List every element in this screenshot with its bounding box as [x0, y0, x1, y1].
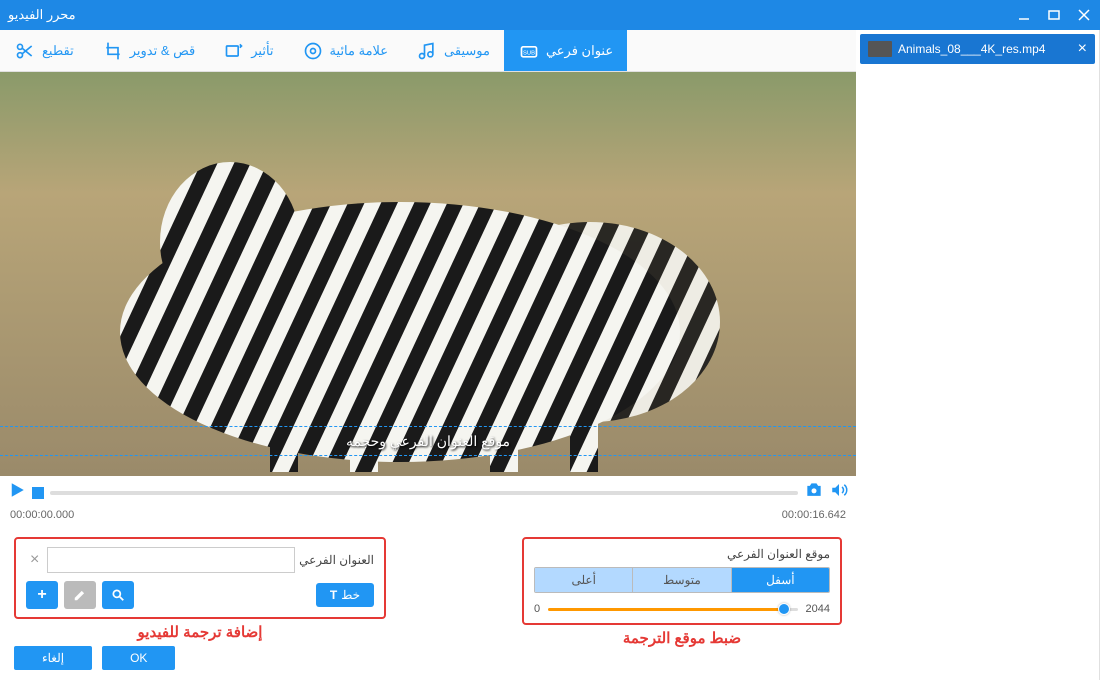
window-controls	[1016, 7, 1092, 23]
close-button[interactable]	[1076, 7, 1092, 23]
tool-music[interactable]: موسيقى	[402, 30, 504, 71]
position-slider[interactable]	[548, 608, 797, 611]
svg-text:SUB: SUB	[523, 50, 535, 56]
window-title: محرر الفيديو	[8, 7, 76, 23]
time-current: 00:00:00.000	[10, 509, 74, 521]
stop-button[interactable]	[32, 487, 44, 499]
maximize-button[interactable]	[1046, 7, 1062, 23]
subtitle-input[interactable]	[47, 547, 295, 573]
tool-cut[interactable]: تقطيع	[0, 30, 88, 71]
crop-icon	[102, 40, 124, 62]
file-tab[interactable]: Animals_08___4K_res.mp4 ×	[860, 34, 1095, 64]
position-label: موقع العنوان الفرعي	[534, 547, 830, 561]
subtitle-position-panel: موقع العنوان الفرعي أسفل متوسط أعلى 0 20…	[522, 537, 842, 625]
time-duration: 00:00:16.642	[782, 509, 846, 521]
search-subtitle-button[interactable]	[102, 581, 134, 609]
subtitle-add-panel: العنوان الفرعي × + خط T	[14, 537, 386, 619]
panel-caption-position: ضبط موقع الترجمة	[522, 629, 842, 647]
position-buttons: أسفل متوسط أعلى	[534, 567, 830, 593]
footer-buttons: إلغاء OK	[14, 646, 175, 670]
scissors-icon	[14, 40, 36, 62]
cancel-button[interactable]: إلغاء	[14, 646, 92, 670]
file-thumbnail	[868, 41, 892, 57]
file-close-icon[interactable]: ×	[1078, 40, 1087, 58]
sidebar: Animals_08___4K_res.mp4 ×	[856, 30, 1100, 680]
clear-icon[interactable]: ×	[26, 551, 43, 569]
timeline-slider[interactable]	[50, 491, 798, 495]
watermark-icon	[302, 40, 324, 62]
position-middle[interactable]: متوسط	[632, 568, 730, 592]
ok-button[interactable]: OK	[102, 646, 175, 670]
video-preview: موقع العنوان الفرعي وحجمه	[0, 72, 856, 476]
file-name: Animals_08___4K_res.mp4	[898, 42, 1045, 56]
subtitle-icon: SUB	[518, 40, 540, 62]
tool-watermark[interactable]: علامة مائية	[288, 30, 403, 71]
video-content	[50, 132, 750, 472]
music-icon	[416, 40, 438, 62]
subtitle-preview: موقع العنوان الفرعي وحجمه	[0, 426, 856, 456]
tool-crop[interactable]: قص & تدوير	[88, 30, 210, 71]
volume-button[interactable]	[830, 481, 848, 504]
font-button[interactable]: خط T	[316, 583, 374, 607]
slider-max: 2044	[806, 603, 830, 615]
subtitle-label: العنوان الفرعي	[299, 553, 374, 567]
player-bar	[0, 476, 856, 509]
position-bottom[interactable]: أسفل	[731, 568, 829, 592]
tool-effect[interactable]: تأثير	[209, 30, 287, 71]
edit-subtitle-button[interactable]	[64, 581, 96, 609]
panel-caption-add: إضافة ترجمة للفيديو	[14, 623, 386, 641]
text-icon: T	[330, 588, 337, 602]
position-top[interactable]: أعلى	[535, 568, 632, 592]
titlebar: محرر الفيديو	[0, 0, 1100, 30]
play-button[interactable]	[8, 481, 26, 504]
effect-icon	[223, 40, 245, 62]
toolbar: تقطيع قص & تدوير تأثير علامة مائية موسيق…	[0, 30, 856, 72]
slider-min: 0	[534, 603, 540, 615]
snapshot-button[interactable]	[804, 480, 824, 505]
add-subtitle-button[interactable]: +	[26, 581, 58, 609]
slider-thumb[interactable]	[778, 603, 790, 615]
minimize-button[interactable]	[1016, 7, 1032, 23]
tool-subtitle[interactable]: SUB عنوان فرعي	[504, 30, 627, 71]
